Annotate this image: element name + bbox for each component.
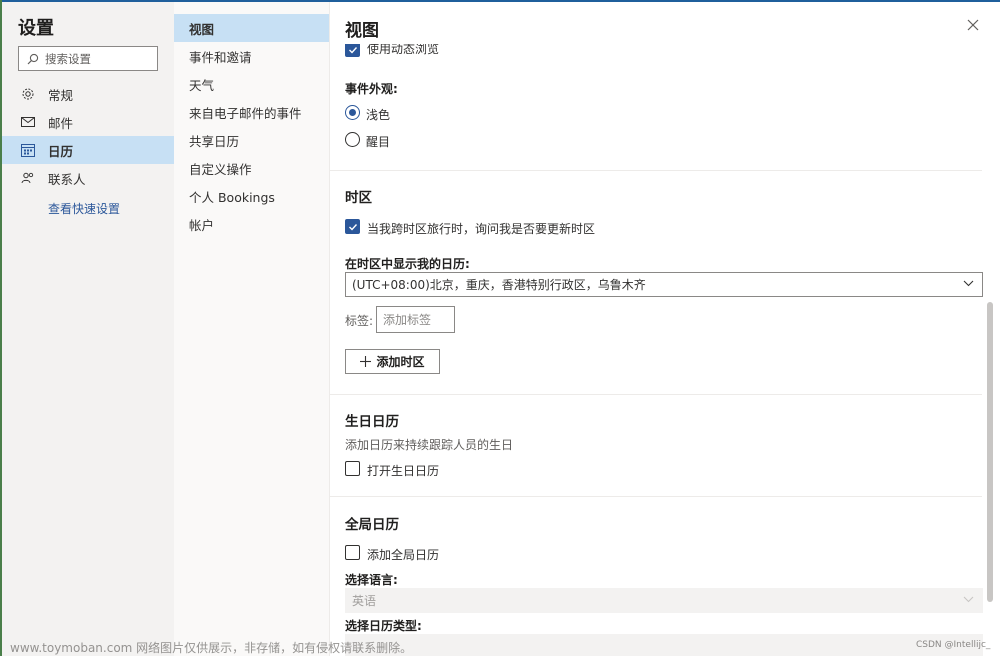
nav-item-general[interactable]: 常规 [2, 80, 174, 108]
search-box[interactable] [18, 46, 158, 71]
birthday-checkbox[interactable] [345, 461, 360, 476]
travel-timezone-checkbox[interactable] [345, 219, 360, 234]
checkmark-icon [348, 46, 357, 54]
search-input[interactable] [45, 51, 145, 66]
nav-item-label: 联系人 [48, 171, 86, 187]
birthday-checkbox-label: 打开生日日历 [367, 464, 440, 478]
nav-item-mail[interactable]: 邮件 [2, 108, 174, 136]
language-select-value: 英语 [352, 594, 377, 608]
subnav-item-custom-actions[interactable]: 自定义操作 [174, 154, 329, 182]
language-label: 选择语言: [345, 573, 398, 587]
calendar-icon [20, 142, 36, 158]
nav-item-label: 邮件 [48, 115, 74, 131]
subnav-item-shared-calendars[interactable]: 共享日历 [174, 126, 329, 154]
section-divider [330, 394, 982, 395]
global-section-title: 全局日历 [345, 517, 399, 533]
checkmark-icon [348, 223, 357, 231]
nav-item-label: 日历 [48, 143, 74, 159]
event-appearance-label: 事件外观: [345, 82, 398, 96]
calendar-type-label: 选择日历类型: [345, 619, 422, 633]
settings-title: 设置 [18, 18, 54, 39]
close-icon [967, 19, 979, 31]
subnav-item-account[interactable]: 帐户 [174, 210, 329, 238]
chevron-down-icon [963, 280, 974, 287]
bold-radio-label: 醒目 [366, 135, 391, 149]
watermark-text: www.toymoban.com 网络图片仅供展示，非存储，如有侵权请联系删除。 [10, 641, 413, 655]
calendar-type-select[interactable] [345, 634, 983, 656]
calendar-subnav: 视图 事件和邀请 天气 来自电子邮件的事件 共享日历 自定义操作 个人 Book… [174, 2, 330, 656]
mail-icon [20, 114, 36, 130]
language-select[interactable]: 英语 [345, 588, 983, 613]
birthday-description: 添加日历来持续跟踪人员的生日 [345, 438, 514, 452]
global-calendar-label: 添加全局日历 [367, 548, 440, 562]
birthday-section-title: 生日日历 [345, 414, 399, 430]
gear-icon [20, 86, 36, 102]
bold-radio[interactable] [345, 132, 360, 147]
quick-settings-link[interactable]: 查看快速设置 [48, 200, 120, 217]
global-calendar-checkbox[interactable] [345, 545, 360, 560]
subnav-item-events-from-email[interactable]: 来自电子邮件的事件 [174, 98, 329, 126]
tag-label: 标签: [345, 314, 374, 328]
plus-icon [360, 356, 372, 367]
pane-scroll-area[interactable]: 使用动态浏览 事件外观: 浅色 醒目 时区 当我跨时区旅行时，询问我是否要更新时… [330, 44, 1000, 656]
pane-title: 视图 [345, 21, 379, 41]
display-timezone-label: 在时区中显示我的日历: [345, 257, 470, 271]
nav-item-calendar[interactable]: 日历 [2, 136, 174, 164]
subnav-item-view[interactable]: 视图 [174, 14, 329, 42]
tag-input[interactable] [376, 306, 455, 333]
settings-sidebar: 设置 常规 邮件 [2, 2, 174, 656]
section-divider [330, 170, 982, 171]
people-icon [20, 170, 36, 186]
subnav-item-events-invites[interactable]: 事件和邀请 [174, 42, 329, 70]
chevron-down-icon [963, 596, 974, 603]
subnav-item-weather[interactable]: 天气 [174, 70, 329, 98]
search-icon [27, 53, 39, 64]
pane-scrollbar[interactable] [987, 302, 993, 602]
add-timezone-label: 添加时区 [376, 355, 425, 369]
nav-item-contacts[interactable]: 联系人 [2, 164, 174, 192]
light-radio-label: 浅色 [366, 108, 391, 122]
travel-timezone-label: 当我跨时区旅行时，询问我是否要更新时区 [367, 222, 596, 236]
add-timezone-button[interactable]: 添加时区 [345, 349, 440, 374]
credit-text: CSDN @Intellijc_ [916, 640, 991, 650]
timezone-select-value: (UTC+08:00)北京，重庆，香港特别行政区，乌鲁木齐 [352, 278, 646, 292]
timezone-section-title: 时区 [345, 190, 372, 206]
close-button[interactable] [964, 16, 982, 34]
timezone-select[interactable]: (UTC+08:00)北京，重庆，香港特别行政区，乌鲁木齐 [345, 272, 983, 297]
dynamic-preview-label: 使用动态浏览 [367, 44, 440, 56]
light-radio[interactable] [345, 105, 360, 120]
dynamic-preview-checkbox[interactable] [345, 44, 360, 57]
subnav-item-bookings[interactable]: 个人 Bookings [174, 182, 329, 210]
nav-item-label: 常规 [48, 87, 74, 103]
settings-pane: 视图 使用动态浏览 事件外观: 浅色 醒目 时区 当我跨时区旅行时，询问我是否要… [330, 2, 1000, 656]
section-divider [330, 496, 982, 497]
